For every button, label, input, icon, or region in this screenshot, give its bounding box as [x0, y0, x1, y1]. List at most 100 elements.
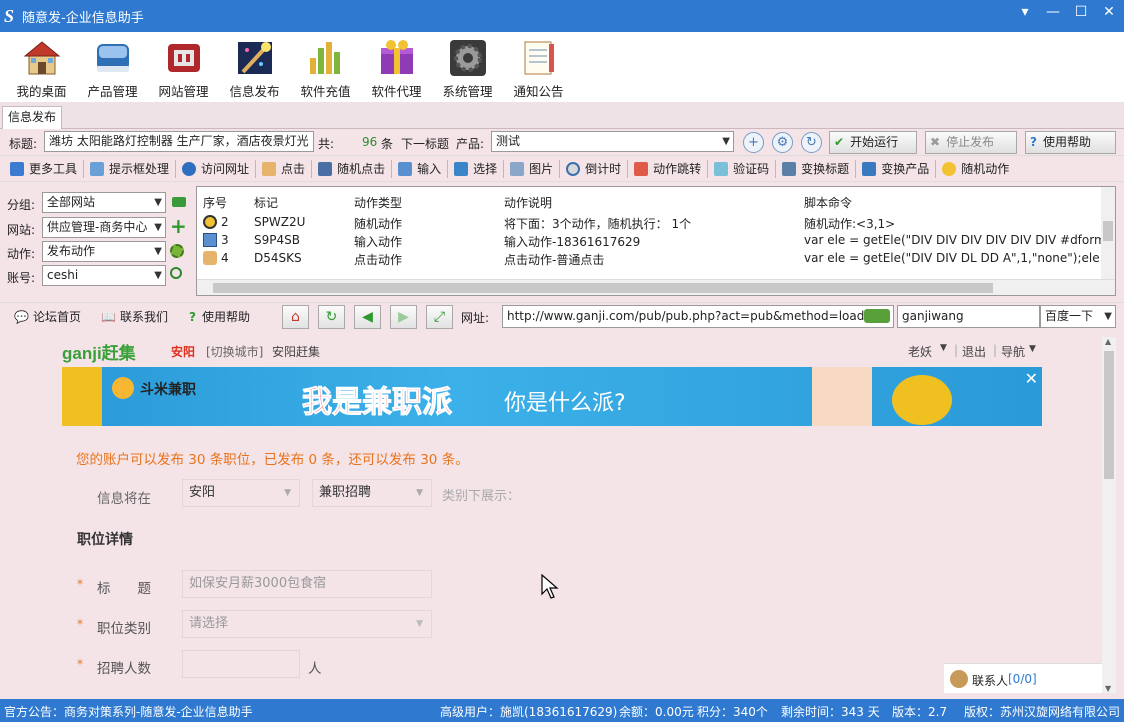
city-select[interactable]: 安阳 ▼ [182, 479, 300, 507]
account-select[interactable]: ceshi ▼ [42, 265, 166, 286]
job-category-select[interactable]: 请选择 ▼ [182, 610, 432, 638]
toolbar-agent[interactable]: 软件代理 [361, 32, 432, 102]
action-toolbar: 更多工具 提示框处理 访问网址 点击 随机点击 输入 选择 图片 倒计时 动作跳… [0, 155, 1124, 182]
ad-banner[interactable]: 斗米兼职 我是兼职派 你是什么派? ✕ [62, 367, 1042, 426]
grid-horizontal-scrollbar[interactable] [197, 279, 1115, 295]
headcount-input[interactable] [182, 650, 300, 678]
url-input[interactable]: http://www.ganji.com/pub/pub.php?act=pub… [502, 305, 894, 328]
product-select[interactable]: 测试 ▼ [491, 131, 734, 152]
scroll-thumb[interactable] [213, 283, 993, 293]
toolbar-desktop[interactable]: 我的桌面 [6, 32, 77, 102]
help-button[interactable]: ? 使用帮助 [1025, 131, 1116, 154]
title-input[interactable]: 潍坊 太阳能路灯控制器 生产厂家，酒店夜景灯光 [44, 131, 314, 152]
contact-label: 联系人 [972, 674, 1009, 688]
required-mark: * [77, 657, 83, 671]
search-engine-select[interactable]: 百度一下 ▼ [1040, 305, 1116, 328]
maximize-button[interactable]: ☐ [1072, 4, 1090, 20]
tab-publish[interactable]: 信息发布 [2, 106, 63, 129]
go-icon[interactable] [864, 309, 890, 323]
refresh-icon[interactable]: ↻ [318, 305, 345, 329]
site-logo[interactable]: ganji赶集 [62, 339, 136, 364]
contact-us-button[interactable]: 📖 联系我们 [101, 308, 168, 325]
chevron-down-icon: ▼ [416, 488, 423, 498]
nav-help-button[interactable]: ? 使用帮助 [189, 308, 250, 325]
action-random-action[interactable]: 随机动作 [936, 160, 1015, 178]
forum-home-button[interactable]: 💬 论坛首页 [14, 308, 81, 325]
logout-link[interactable]: 退出 [962, 343, 986, 360]
add-icon[interactable]: + [743, 132, 764, 153]
toolbar-system[interactable]: 系统管理 [432, 32, 503, 102]
web-vertical-scrollbar[interactable]: ▲ ▼ [1102, 337, 1116, 693]
action-captcha[interactable]: 验证码 [708, 159, 777, 178]
scroll-down-icon[interactable]: ▼ [1105, 684, 1111, 693]
action-countdown[interactable]: 倒计时 [560, 159, 629, 178]
banner-headline: 我是兼职派 [302, 385, 453, 421]
grid-vertical-scrollbar[interactable] [1101, 187, 1115, 279]
toolbar-notice[interactable]: 通知公告 [503, 32, 574, 102]
url-label: 网址: [461, 311, 490, 325]
action-select[interactable]: 选择 [448, 159, 505, 178]
table-row-cell: 输入动作 [354, 235, 403, 249]
start-run-button[interactable]: ✔ 开始运行 [829, 131, 917, 154]
settings-icon[interactable]: ⚙ [772, 132, 793, 153]
action-prompt[interactable]: 提示框处理 [84, 159, 177, 178]
keyword-input[interactable]: ganjiwang [897, 305, 1040, 328]
pencil-icon [398, 161, 413, 176]
toolbar-publish[interactable]: 信息发布 [219, 32, 290, 102]
category-select[interactable]: 兼职招聘 ▼ [312, 479, 432, 507]
action-more-tools[interactable]: 更多工具 [4, 159, 85, 178]
scroll-thumb[interactable] [1104, 351, 1114, 479]
home-icon [23, 41, 60, 75]
action-change-title[interactable]: 变换标题 [776, 159, 857, 178]
job-title-input[interactable]: 如保安月薪3000包食宿 [182, 570, 432, 598]
contact-widget[interactable]: 联系人 [0/0] [944, 663, 1102, 693]
chat-icon: 💬 [14, 309, 29, 324]
scroll-up-icon[interactable]: ▲ [1105, 337, 1111, 346]
toolbar-recharge[interactable]: 软件充值 [290, 32, 361, 102]
forward-icon[interactable]: ▶ [390, 305, 417, 329]
action-input[interactable]: 输入 [392, 159, 449, 178]
menu-chevron-icon[interactable]: ▾ [1016, 4, 1034, 20]
action-image[interactable]: 图片 [504, 159, 561, 178]
gear-icon [449, 40, 486, 76]
fullscreen-icon[interactable]: ⤢ [426, 305, 453, 329]
search-icon[interactable] [170, 267, 182, 279]
refresh-icon[interactable]: ↻ [801, 132, 822, 153]
copyright: 版权：苏州汉旋网络有限公司 [964, 705, 1121, 719]
remaining-time: 剩余时间：343 天 [781, 705, 880, 719]
minimize-button[interactable]: — [1044, 4, 1062, 20]
nav-menu[interactable]: 导航 [1001, 343, 1025, 360]
folder-icon[interactable] [172, 197, 186, 207]
switch-city-link[interactable]: [切换城市] [206, 343, 263, 360]
total-label: 共: [318, 137, 335, 151]
add-icon[interactable]: + [170, 216, 187, 236]
action-jump[interactable]: 动作跳转 [628, 159, 709, 178]
back-icon[interactable]: ◀ [354, 305, 381, 329]
toolbar-website[interactable]: 网站管理 [148, 32, 219, 102]
user-name[interactable]: 老妖 [908, 343, 932, 360]
radiation-icon [942, 161, 957, 176]
action-select[interactable]: 发布动作 ▼ [42, 241, 166, 262]
action-random-click[interactable]: 随机点击 [312, 159, 393, 178]
required-mark: * [77, 577, 83, 591]
publish-icon [237, 42, 272, 74]
action-visit-url[interactable]: 访问网址 [176, 159, 257, 178]
section-title: 职位详情 [77, 532, 133, 548]
close-button[interactable]: ✕ [1100, 4, 1118, 20]
gear-icon[interactable] [170, 244, 184, 258]
close-icon[interactable]: ✕ [1025, 369, 1038, 388]
version: 版本：2.7 [892, 705, 948, 719]
next-title-link[interactable]: 下一标题 [401, 135, 449, 152]
stop-publish-button[interactable]: ✖ 停止发布 [925, 131, 1017, 154]
toolbar-product[interactable]: 产品管理 [77, 32, 148, 102]
chevron-down-icon: ▼ [154, 197, 162, 208]
site-select[interactable]: 供应管理-商务中心 ▼ [42, 217, 166, 238]
scroll-thumb[interactable] [1103, 221, 1113, 241]
home-icon[interactable]: ⌂ [282, 305, 309, 329]
group-select[interactable]: 全部网站 ▼ [42, 192, 166, 213]
action-change-product[interactable]: 变换产品 [856, 159, 937, 178]
table-row-cell: S9P4SB [254, 233, 300, 247]
window-title: 随意发-企业信息助手 [22, 10, 144, 26]
action-click[interactable]: 点击 [256, 159, 313, 178]
checkbox-icon [454, 161, 469, 176]
